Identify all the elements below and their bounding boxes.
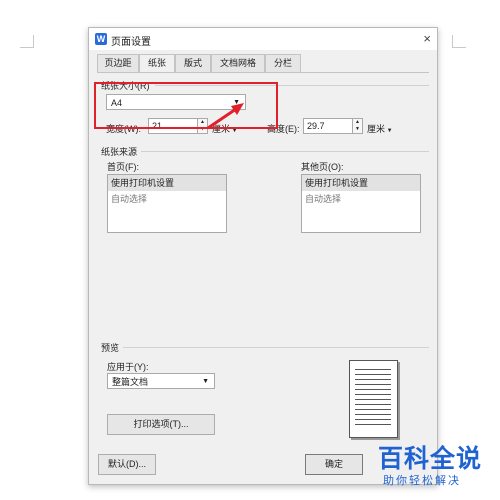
arrow-shaft — [207, 107, 237, 130]
annotation-arrow — [207, 103, 244, 130]
watermark-logo: 百科全说 — [378, 445, 483, 473]
watermark-tagline: 助你轻松解决 — [383, 475, 461, 487]
arrow-head — [231, 103, 244, 115]
